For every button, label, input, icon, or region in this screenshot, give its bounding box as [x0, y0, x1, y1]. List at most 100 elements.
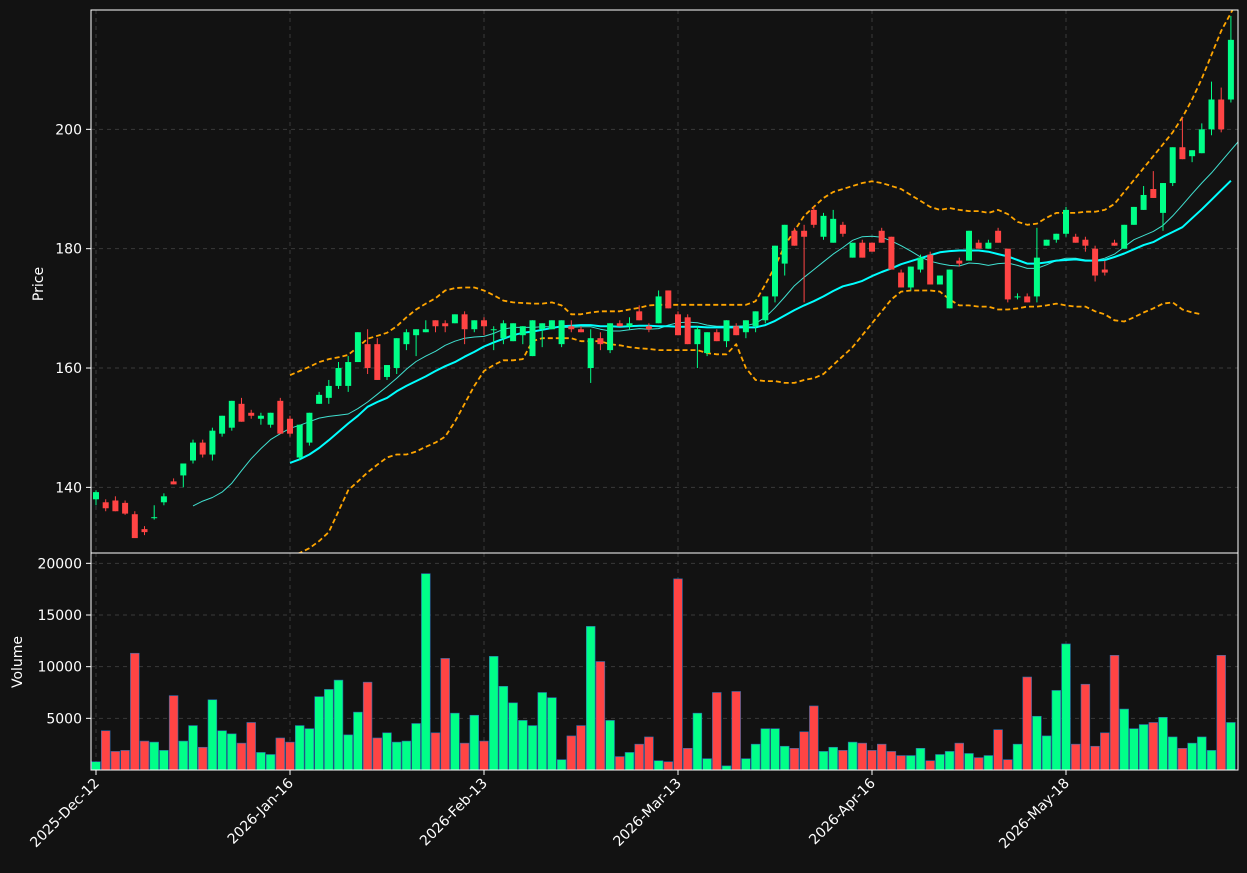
volume-bar — [518, 720, 528, 771]
candle-body — [228, 400, 235, 428]
volume-bar — [430, 732, 441, 771]
candle-body — [636, 311, 643, 321]
candle-up — [548, 320, 555, 330]
candle-body — [839, 224, 846, 234]
candle-body — [364, 344, 371, 369]
volume-bar — [702, 758, 712, 771]
candle-body — [558, 320, 565, 345]
candle-up — [451, 314, 458, 324]
candle-body — [801, 230, 808, 237]
volume-bar — [556, 759, 567, 771]
volume-bar — [537, 692, 547, 771]
candle-body — [1063, 209, 1069, 234]
candle-body — [519, 326, 526, 336]
volume-bar — [1032, 715, 1042, 771]
candle-body — [510, 323, 517, 342]
volume-bar — [770, 728, 780, 771]
volume-bar — [159, 750, 169, 771]
candle-body — [1208, 99, 1215, 130]
volume-bar — [624, 752, 635, 771]
candle-up — [306, 412, 313, 446]
candle-body — [490, 329, 497, 331]
candle-up — [820, 212, 827, 240]
volume-bar — [915, 747, 926, 771]
candle-up — [946, 269, 953, 309]
volume-bar — [692, 712, 703, 771]
candle-body — [1160, 183, 1166, 213]
volume-bar — [653, 760, 664, 771]
candle-body — [160, 496, 167, 503]
candle-body — [694, 329, 701, 345]
volume-bar — [731, 691, 741, 771]
candle-body — [432, 320, 439, 327]
candle-body — [393, 338, 400, 369]
volume-bar — [382, 732, 392, 771]
volume-bar — [789, 747, 800, 771]
volume-bar — [333, 679, 344, 771]
candle-body — [413, 329, 420, 336]
candle-down — [675, 311, 681, 336]
candle-body — [112, 500, 119, 512]
candle-up — [704, 332, 711, 357]
volume-bar — [721, 765, 732, 771]
candle-body — [684, 317, 691, 345]
volume-bar — [983, 755, 994, 771]
volume-bar — [227, 733, 237, 771]
volume-bar — [440, 658, 450, 771]
candle-body — [1072, 236, 1079, 243]
candle-down — [1004, 248, 1011, 303]
volume-bar — [993, 729, 1003, 771]
volume-bar — [935, 754, 945, 771]
candle-body — [1198, 129, 1205, 154]
volume-bar — [459, 742, 470, 771]
candle-body — [733, 326, 740, 336]
volume-bar — [605, 720, 615, 771]
volume-bar — [198, 746, 208, 771]
candlestick-chart: 140 160 180 200 Price 5000 10000 15000 20000 V… — [0, 0, 1247, 873]
candle-body — [946, 269, 953, 309]
volume-bar — [673, 578, 683, 771]
candle-up — [190, 439, 196, 464]
volume-bar — [973, 757, 984, 771]
candle-body — [481, 320, 487, 327]
candle-body — [1043, 239, 1050, 246]
volume-bar — [498, 685, 509, 771]
candle-body — [403, 332, 410, 345]
volume-tick-label: 20000 — [37, 556, 82, 572]
candle-up — [1169, 147, 1176, 187]
candle-body — [927, 254, 934, 285]
volume-bar — [634, 743, 644, 771]
candle-body — [190, 442, 196, 461]
candle-body — [93, 492, 99, 500]
volume-bar — [867, 750, 877, 771]
candle-body — [597, 338, 604, 345]
volume-bar — [838, 750, 848, 771]
volume-bar — [110, 751, 121, 771]
candle-up — [219, 415, 226, 437]
candle-up — [607, 323, 614, 354]
price-tick-label: 140 — [55, 480, 82, 496]
volume-bar — [1051, 690, 1062, 771]
volume-bar — [1129, 728, 1139, 771]
candle-body — [1169, 147, 1176, 184]
candle-body — [1121, 224, 1128, 249]
candle-body — [966, 230, 972, 261]
volume-bar — [779, 745, 790, 771]
candle-up — [529, 320, 536, 357]
candle-down — [810, 206, 817, 228]
candle-body — [422, 329, 429, 333]
candle-body — [325, 385, 332, 398]
candle-body — [151, 517, 158, 519]
volume-bar — [818, 751, 829, 771]
candle-body — [219, 415, 226, 434]
volume-bar — [1177, 747, 1188, 771]
candle-body — [713, 332, 720, 342]
volume-bar — [712, 692, 722, 771]
volume-tick-label: 10000 — [37, 660, 82, 676]
price-tick-label: 200 — [55, 122, 82, 138]
volume-bar — [314, 696, 324, 771]
volume-bar — [1003, 759, 1013, 771]
candle-body — [772, 245, 778, 297]
volume-bar — [508, 702, 518, 771]
volume-bar — [294, 725, 305, 771]
